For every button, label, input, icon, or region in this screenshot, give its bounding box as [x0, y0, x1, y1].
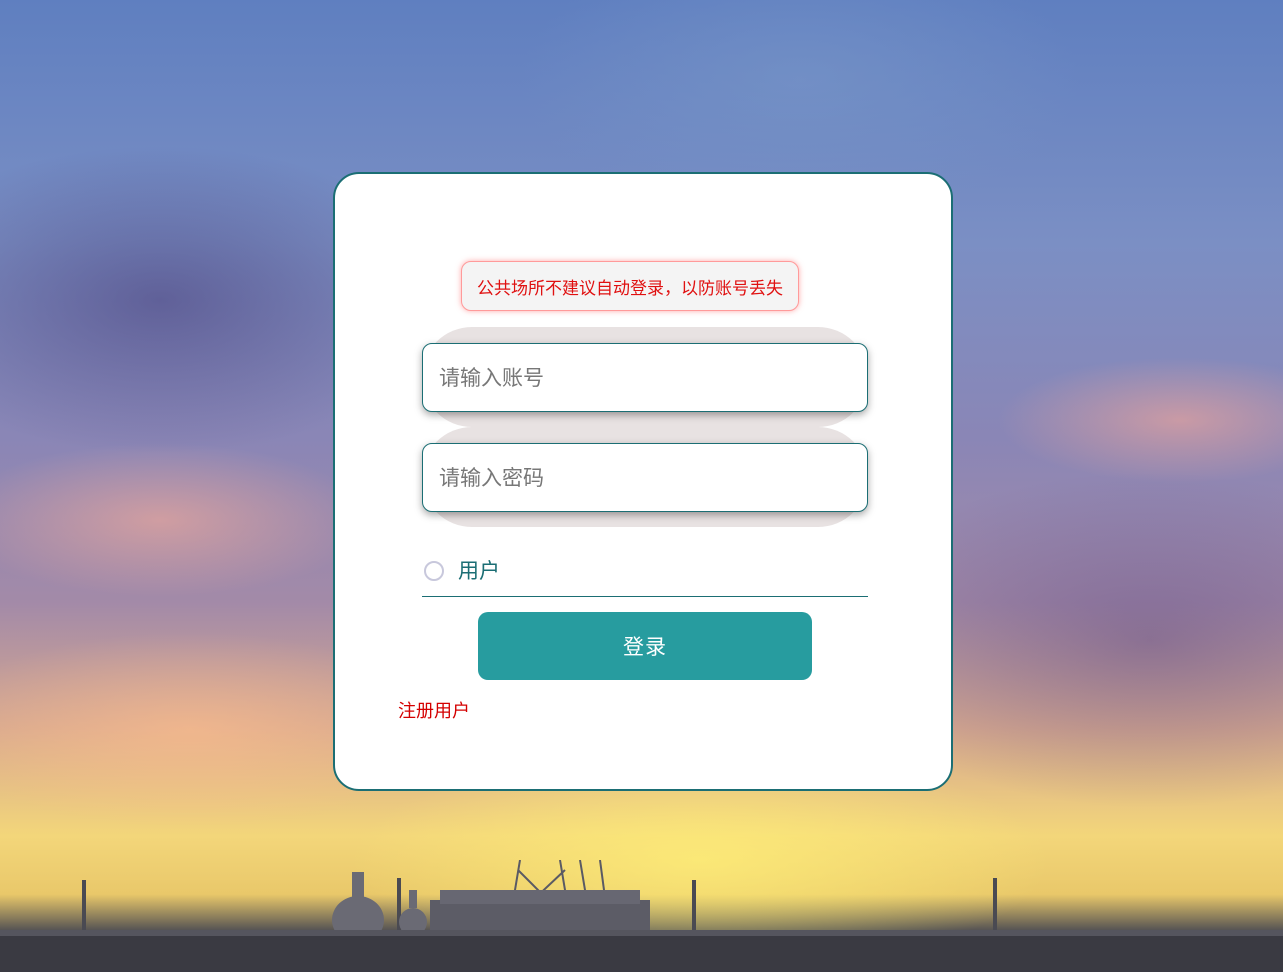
city-skyline-silhouette: [0, 860, 1283, 972]
password-input[interactable]: [422, 443, 868, 512]
login-card: 公共场所不建议自动登录，以防账号丢失 用户 登录 注册用户: [333, 172, 953, 791]
role-user-radio[interactable]: [424, 561, 444, 581]
account-input[interactable]: [422, 343, 868, 412]
role-selector: 用户: [422, 546, 868, 597]
login-button[interactable]: 登录: [478, 612, 812, 680]
account-field-wrapper: [422, 327, 868, 427]
role-user-label[interactable]: 用户: [458, 555, 500, 585]
register-link[interactable]: 注册用户: [398, 697, 470, 723]
security-notice: 公共场所不建议自动登录，以防账号丢失: [461, 261, 799, 311]
password-field-wrapper: [422, 427, 868, 527]
